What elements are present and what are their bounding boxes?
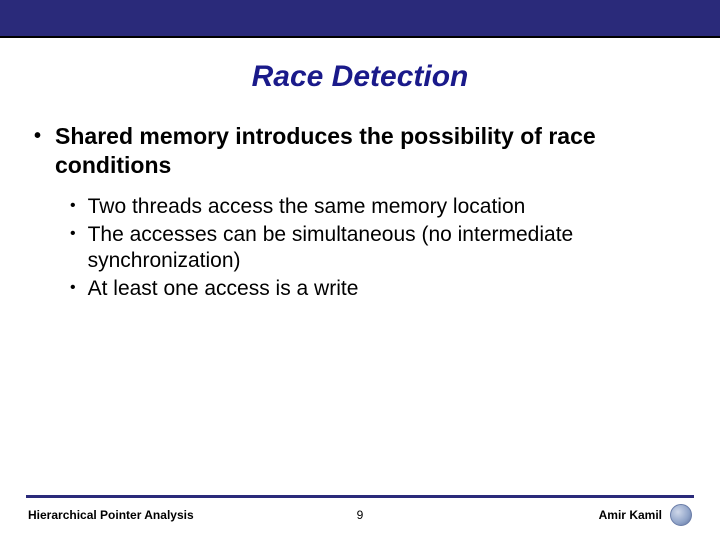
footer-left-text: Hierarchical Pointer Analysis (28, 508, 194, 522)
sub-bullet-text: The accesses can be simultaneous (no int… (88, 222, 686, 275)
sub-bullet-list: • Two threads access the same memory loc… (34, 194, 686, 303)
bullet-dot-icon: • (70, 222, 76, 246)
footer: Hierarchical Pointer Analysis 9 Amir Kam… (0, 495, 720, 526)
content-area: • Shared memory introduces the possibili… (0, 94, 720, 303)
slide: Race Detection • Shared memory introduce… (0, 0, 720, 540)
main-bullet-text: Shared memory introduces the possibility… (55, 122, 686, 180)
seal-icon (670, 504, 692, 526)
sub-bullet: • The accesses can be simultaneous (no i… (70, 222, 686, 275)
sub-bullet-text: Two threads access the same memory locat… (88, 194, 526, 220)
footer-right: Amir Kamil (599, 504, 692, 526)
author-name: Amir Kamil (599, 508, 662, 522)
footer-divider (26, 495, 694, 498)
sub-bullet: • At least one access is a write (70, 276, 686, 302)
bullet-dot-icon: • (34, 122, 41, 150)
slide-title: Race Detection (0, 60, 720, 94)
sub-bullet-text: At least one access is a write (88, 276, 359, 302)
main-bullet: • Shared memory introduces the possibili… (34, 122, 686, 180)
sub-bullet: • Two threads access the same memory loc… (70, 194, 686, 220)
bullet-dot-icon: • (70, 194, 76, 218)
footer-row: Hierarchical Pointer Analysis 9 Amir Kam… (20, 504, 700, 526)
header-bar (0, 0, 720, 38)
page-number: 9 (357, 508, 364, 522)
bullet-dot-icon: • (70, 276, 76, 300)
